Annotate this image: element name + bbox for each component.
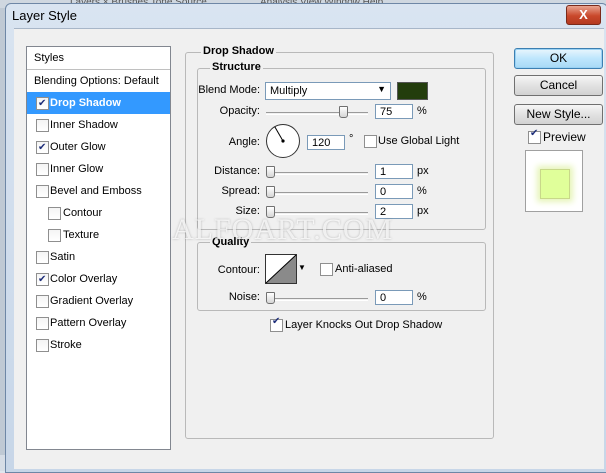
distance-unit: px (417, 165, 429, 177)
drop-shadow-title: Drop Shadow (201, 45, 276, 57)
style-item-outer-glow[interactable]: Outer Glow (27, 136, 170, 159)
blend-mode-label: Blend Mode: (198, 84, 260, 96)
angle-unit: ° (349, 133, 354, 145)
angle-field[interactable]: 120 (307, 135, 345, 150)
watermark: ALFOART.COM (172, 213, 394, 246)
close-icon: X (579, 7, 588, 22)
anti-aliased-label: Anti-aliased (335, 263, 393, 275)
style-item-checkbox[interactable] (48, 229, 61, 242)
style-item-stroke[interactable]: Stroke (27, 334, 170, 356)
preview-thumbnail (525, 150, 583, 212)
styles-list-header-label: Styles (34, 52, 64, 64)
style-item-label: Pattern Overlay (50, 317, 127, 329)
style-item-drop-shadow[interactable]: Drop Shadow (27, 92, 170, 115)
noise-unit: % (417, 291, 427, 303)
distance-slider-thumb[interactable] (266, 166, 275, 178)
style-item-label: Texture (63, 229, 100, 241)
contour-picker[interactable]: ▼ (265, 254, 307, 284)
style-item-bevel-and-emboss[interactable]: Bevel and Emboss (27, 180, 170, 202)
style-item-label: Bevel and Emboss (50, 185, 142, 197)
opacity-field[interactable]: 75 (375, 104, 413, 119)
contour-preview-icon (265, 254, 297, 284)
style-item-label: Contour (63, 207, 103, 219)
styles-list-header[interactable]: Styles (27, 47, 170, 70)
style-item-label: Color Overlay (50, 273, 118, 285)
styles-list: Styles Blending Options: Default Drop Shad… (26, 46, 171, 450)
style-item-checkbox[interactable] (36, 251, 49, 264)
use-global-light-label: Use Global Light (378, 135, 460, 147)
opacity-unit: % (417, 105, 427, 117)
style-item-label: Outer Glow (50, 141, 106, 153)
spread-unit: % (417, 185, 427, 197)
style-item-checkbox[interactable] (36, 119, 49, 132)
angle-dial-center (281, 139, 285, 143)
style-item-checkbox[interactable] (36, 317, 49, 330)
style-item-label: Satin (50, 251, 76, 263)
blend-mode-value: Multiply (270, 85, 308, 97)
contour-label: Contour: (217, 264, 260, 276)
spread-field[interactable]: 0 (375, 184, 413, 199)
size-unit: px (417, 205, 429, 217)
style-item-checkbox[interactable] (36, 185, 49, 198)
style-item-label: Blending Options: Default (34, 75, 159, 87)
style-item-checkbox[interactable] (36, 269, 49, 291)
style-item-texture[interactable]: Texture (27, 224, 170, 246)
style-item-label: Stroke (50, 339, 82, 351)
new-style-button[interactable]: New Style... (514, 104, 603, 125)
spread-slider-track[interactable] (266, 192, 368, 195)
anti-aliased-checkbox[interactable] (320, 263, 333, 276)
layer-knocks-out-checkbox[interactable] (270, 316, 283, 332)
style-item-contour[interactable]: Contour (27, 202, 170, 224)
style-item-label: Gradient Overlay (50, 295, 134, 307)
distance-label: Distance: (214, 165, 260, 177)
style-item-gradient-overlay[interactable]: Gradient Overlay (27, 290, 170, 312)
style-item-inner-glow[interactable]: Inner Glow (27, 158, 170, 180)
preview-label: Preview (543, 130, 586, 144)
noise-field[interactable]: 0 (375, 290, 413, 305)
spread-label: Spread: (221, 185, 260, 197)
style-item-color-overlay[interactable]: Color Overlay (27, 268, 170, 291)
style-item-blending-options-default[interactable]: Blending Options: Default (27, 70, 170, 93)
style-item-satin[interactable]: Satin (27, 246, 170, 268)
noise-slider-thumb[interactable] (266, 292, 275, 304)
window-title: Layer Style (12, 8, 78, 23)
opacity-label: Opacity: (219, 105, 260, 117)
preview-swatch (540, 169, 570, 199)
style-item-pattern-overlay[interactable]: Pattern Overlay (27, 312, 170, 334)
style-item-checkbox[interactable] (36, 163, 49, 176)
style-item-label: Inner Glow (50, 163, 104, 175)
style-item-inner-shadow[interactable]: Inner Shadow (27, 114, 170, 136)
style-item-checkbox[interactable] (36, 339, 49, 352)
angle-dial[interactable] (265, 123, 301, 159)
style-item-label: Drop Shadow (50, 97, 121, 109)
style-item-label: Inner Shadow (50, 119, 118, 131)
opacity-slider-thumb[interactable] (338, 106, 348, 118)
distance-field[interactable]: 1 (375, 164, 413, 179)
style-item-checkbox[interactable] (36, 137, 49, 159)
style-item-checkbox[interactable] (36, 93, 49, 115)
cancel-button[interactable]: Cancel (514, 75, 603, 96)
structure-title: Structure (210, 61, 263, 73)
shadow-color-swatch[interactable] (397, 82, 428, 100)
close-button[interactable]: X (566, 5, 601, 25)
noise-label: Noise: (228, 291, 260, 303)
style-item-checkbox[interactable] (48, 207, 61, 220)
opacity-slider-track[interactable] (266, 112, 368, 115)
layer-knocks-out-label: Layer Knocks Out Drop Shadow (285, 319, 443, 331)
use-global-light-checkbox[interactable] (364, 135, 377, 148)
contour-chevron-down-icon: ▼ (298, 263, 306, 272)
preview-checkbox[interactable] (528, 128, 541, 144)
style-item-checkbox[interactable] (36, 295, 49, 308)
noise-slider-track[interactable] (266, 298, 368, 301)
angle-label: Angle: (228, 136, 260, 148)
distance-slider-track[interactable] (266, 172, 368, 175)
chevron-down-icon: ▼ (377, 84, 386, 94)
ok-button[interactable]: OK (514, 48, 603, 69)
spread-slider-thumb[interactable] (266, 186, 275, 198)
blend-mode-select[interactable]: Multiply ▼ (265, 82, 391, 100)
